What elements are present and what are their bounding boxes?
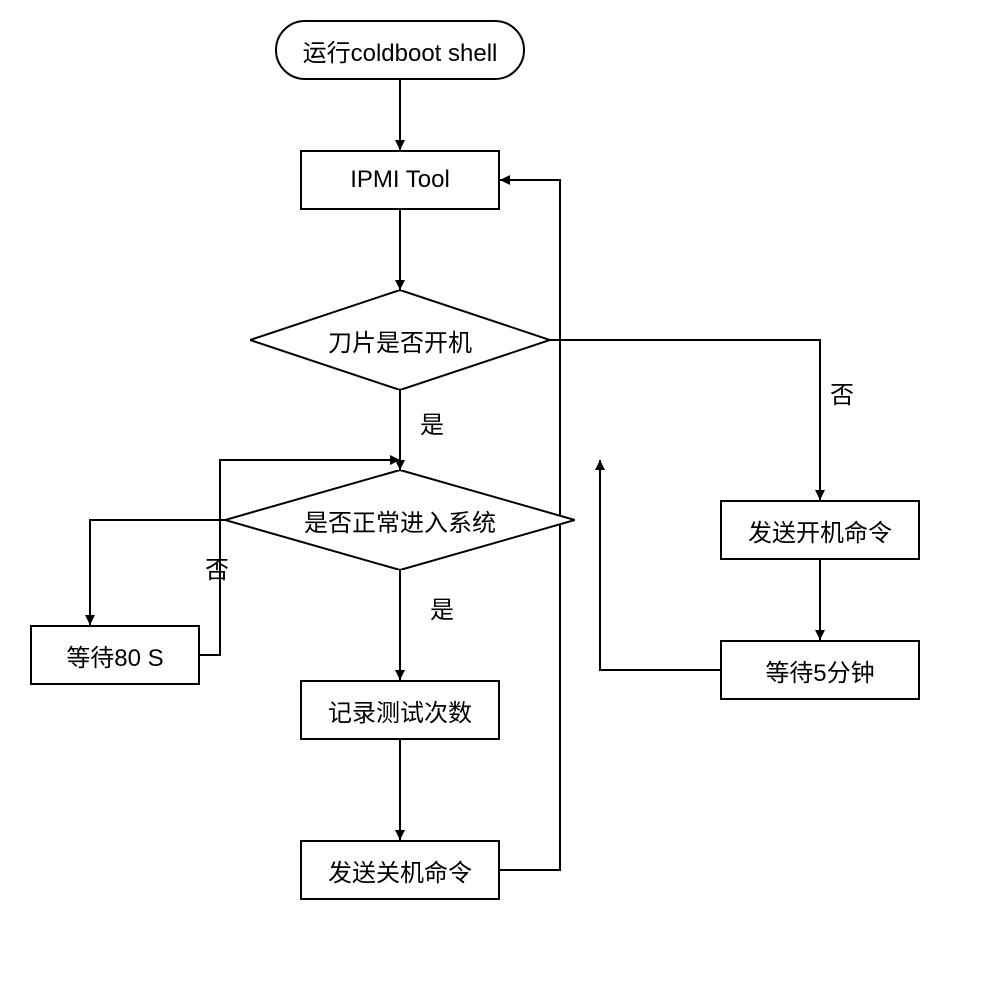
d2-yes-label: 是	[430, 590, 454, 625]
poweron-node: 发送开机命令	[720, 500, 920, 560]
start-label: 运行coldboot shell	[303, 33, 498, 68]
ipmi-tool-label: IPMI Tool	[350, 166, 450, 194]
shutdown-label: 发送关机命令	[328, 853, 472, 888]
d1-no-label: 否	[830, 375, 854, 410]
d1-yes-label: 是	[420, 405, 444, 440]
flowchart-canvas: 运行coldboot shell IPMI Tool 刀片是否开机 是否正常进入…	[0, 0, 1000, 993]
decision-power-on: 刀片是否开机	[250, 290, 550, 390]
decision-enter-system-label: 是否正常进入系统	[304, 503, 496, 538]
ipmi-tool-node: IPMI Tool	[300, 150, 500, 210]
wait5-label: 等待5分钟	[765, 653, 874, 688]
decision-power-on-label: 刀片是否开机	[328, 323, 472, 358]
poweron-label: 发送开机命令	[748, 513, 892, 548]
d2-no-label: 否	[205, 550, 229, 585]
start-node: 运行coldboot shell	[275, 20, 525, 80]
record-label: 记录测试次数	[328, 693, 472, 728]
wait80-node: 等待80 S	[30, 625, 200, 685]
record-node: 记录测试次数	[300, 680, 500, 740]
wait5-node: 等待5分钟	[720, 640, 920, 700]
shutdown-node: 发送关机命令	[300, 840, 500, 900]
decision-enter-system: 是否正常进入系统	[225, 470, 575, 570]
wait80-label: 等待80 S	[66, 638, 163, 673]
